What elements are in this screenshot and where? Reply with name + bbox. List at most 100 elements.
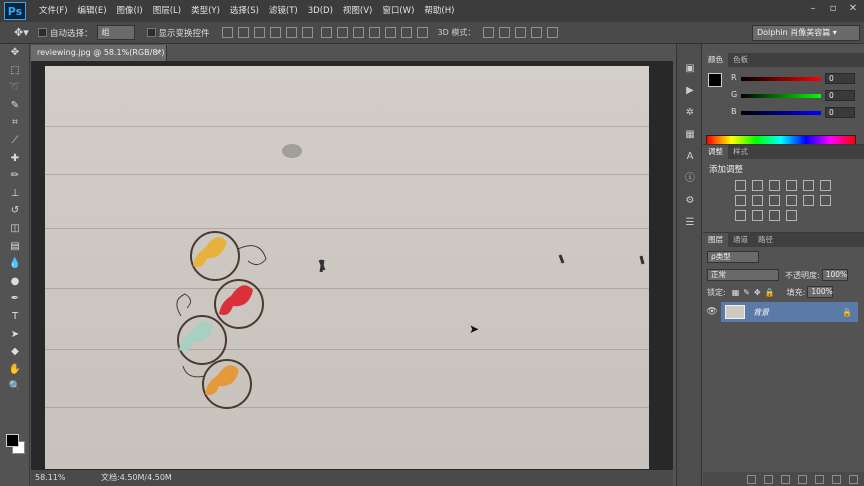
properties-panel-icon[interactable]: ☰ [677, 212, 703, 234]
shape-tool-icon[interactable]: ◆ [0, 343, 30, 361]
foreground-color-swatch[interactable] [6, 434, 19, 447]
show-transform-checkbox[interactable] [146, 28, 156, 37]
auto-select-dropdown[interactable]: 组 [96, 25, 135, 40]
menu-image[interactable]: 图像(I) [112, 0, 148, 22]
blur-tool-icon[interactable]: 💧 [0, 255, 30, 273]
tab-channels[interactable]: 通道 [728, 233, 753, 247]
vibrance-icon[interactable] [803, 180, 814, 191]
character-panel-icon[interactable]: A [677, 146, 703, 168]
align-right-icon[interactable] [301, 27, 313, 38]
lock-pixels-icon[interactable]: ▦ [732, 288, 740, 297]
distribute-vcenter-icon[interactable] [336, 27, 348, 38]
tab-color[interactable]: 颜色 [703, 53, 728, 67]
blend-mode-dropdown[interactable]: 正常 [707, 269, 779, 281]
link-layers-icon[interactable] [747, 474, 756, 484]
zoom-tool-icon[interactable]: 🔍 [0, 378, 30, 396]
channel-mixer-icon[interactable] [786, 195, 797, 206]
tab-swatches[interactable]: 色板 [728, 53, 753, 67]
distribute-left-icon[interactable] [368, 27, 380, 38]
threshold-icon[interactable] [752, 210, 763, 221]
clone-stamp-tool-icon[interactable]: ⊥ [0, 185, 30, 203]
layer-style-icon[interactable] [764, 474, 773, 484]
menu-3d[interactable]: 3D(D) [303, 0, 338, 22]
tab-layers[interactable]: 图层 [703, 233, 728, 247]
blue-value-input[interactable]: 0 [825, 107, 855, 118]
menu-type[interactable]: 类型(Y) [186, 0, 225, 22]
zoom-level[interactable]: 58.11% [31, 470, 71, 486]
distribute-hcenter-icon[interactable] [384, 27, 396, 38]
layer-filter-dropdown[interactable]: ρ类型 [707, 251, 759, 263]
panel-foreground-swatch[interactable] [708, 73, 722, 87]
menu-file[interactable]: 文件(F) [34, 0, 73, 22]
hand-tool-icon[interactable]: ✋ [0, 361, 30, 379]
tab-paths[interactable]: 路径 [753, 233, 778, 247]
maximize-icon[interactable]: ▫ [826, 2, 840, 16]
move-tool-icon[interactable]: ✥ [0, 44, 30, 62]
history-brush-tool-icon[interactable]: ↺ [0, 202, 30, 220]
lock-position-icon[interactable]: ✥ [754, 288, 761, 297]
3d-roll-icon[interactable] [499, 27, 511, 38]
layer-name[interactable]: 背景 [753, 307, 842, 318]
opacity-input[interactable]: 100% [821, 269, 848, 281]
curves-icon[interactable] [769, 180, 780, 191]
red-value-input[interactable]: 0 [825, 73, 855, 84]
lock-all-icon[interactable]: 🔒 [765, 288, 775, 297]
visibility-eye-icon[interactable]: 👁 [703, 307, 721, 317]
healing-brush-tool-icon[interactable]: ✚ [0, 150, 30, 168]
menu-help[interactable]: 帮助(H) [419, 0, 459, 22]
info-panel-icon[interactable]: ⓘ [677, 168, 703, 190]
distribute-right-icon[interactable] [400, 27, 412, 38]
tab-styles[interactable]: 样式 [728, 145, 753, 159]
3d-drag-icon[interactable] [515, 27, 527, 38]
menu-select[interactable]: 选择(S) [225, 0, 264, 22]
brush-panel-icon[interactable]: ✲ [677, 102, 703, 124]
black-white-icon[interactable] [752, 195, 763, 206]
align-vcenter-icon[interactable] [237, 27, 249, 38]
workspace-dropdown[interactable]: Dolphin 肖像美容篇 ▾ [752, 25, 860, 41]
blue-slider[interactable] [741, 111, 821, 115]
align-top-icon[interactable] [221, 27, 233, 38]
actions-panel-icon[interactable]: ▶ [677, 80, 703, 102]
color-balance-icon[interactable] [735, 195, 746, 206]
clone-source-icon[interactable]: ▦ [677, 124, 703, 146]
history-panel-icon[interactable]: ▣ [677, 58, 703, 80]
fill-input[interactable]: 100% [807, 286, 834, 298]
align-hcenter-icon[interactable] [285, 27, 297, 38]
close-icon[interactable]: ✕ [846, 2, 860, 16]
3d-rotate-icon[interactable] [483, 27, 495, 38]
invert-icon[interactable] [820, 195, 831, 206]
color-lookup-icon[interactable] [803, 195, 814, 206]
layer-main[interactable]: 背景 🔒 [721, 302, 858, 322]
tool-presets-icon[interactable]: ⚙ [677, 190, 703, 212]
auto-select-checkbox[interactable] [38, 28, 47, 37]
lock-paint-icon[interactable]: ✎ [743, 288, 750, 297]
delete-layer-icon[interactable] [849, 474, 858, 484]
align-left-icon[interactable] [269, 27, 281, 38]
new-group-icon[interactable] [815, 474, 824, 484]
hue-saturation-icon[interactable] [820, 180, 831, 191]
photo-filter-icon[interactable] [769, 195, 780, 206]
minimize-icon[interactable]: – [806, 2, 820, 16]
green-slider[interactable] [741, 94, 821, 98]
document-tab[interactable]: reviewing.jpg @ 58.1%(RGB/8*) × [31, 45, 167, 61]
green-value-input[interactable]: 0 [825, 90, 855, 101]
type-tool-icon[interactable]: T [0, 308, 30, 326]
menu-layer[interactable]: 图层(L) [148, 0, 186, 22]
eraser-tool-icon[interactable]: ◫ [0, 220, 30, 238]
lasso-tool-icon[interactable]: ➰ [0, 79, 30, 97]
red-slider[interactable] [741, 77, 821, 81]
3d-scale-icon[interactable] [547, 27, 559, 38]
distribute-top-icon[interactable] [320, 27, 332, 38]
path-select-tool-icon[interactable]: ➤ [0, 326, 30, 344]
menu-window[interactable]: 窗口(W) [377, 0, 419, 22]
align-bottom-icon[interactable] [253, 27, 265, 38]
new-adjustment-layer-icon[interactable] [798, 474, 807, 484]
quick-select-tool-icon[interactable]: ✎ [0, 97, 30, 115]
layer-row-background[interactable]: 👁 背景 🔒 [703, 302, 864, 322]
selective-color-icon[interactable] [786, 210, 797, 221]
exposure-icon[interactable] [786, 180, 797, 191]
posterize-icon[interactable] [735, 210, 746, 221]
dodge-tool-icon[interactable]: ● [0, 273, 30, 291]
brightness-icon[interactable] [735, 180, 746, 191]
canvas-area[interactable] [31, 61, 673, 470]
